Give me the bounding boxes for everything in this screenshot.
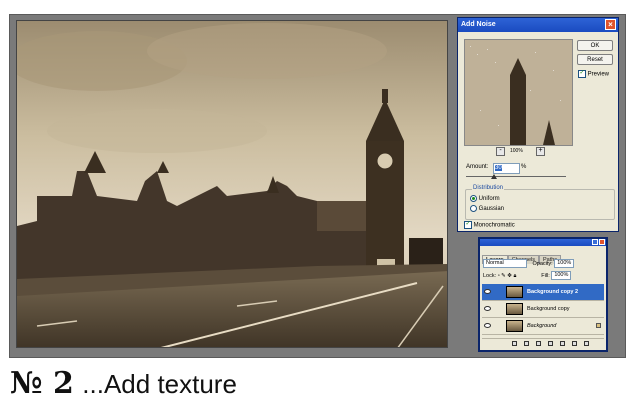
- eye-icon[interactable]: [484, 323, 491, 328]
- layer-name: Background copy: [527, 306, 570, 312]
- fill-label: Fill:: [541, 272, 550, 279]
- sepia-photo-parliament: [16, 20, 448, 348]
- layers-footer: [482, 338, 604, 348]
- lock-row: Lock: ▫ ✎ ✥ 🔒︎ Fill: 100%: [483, 271, 572, 280]
- close-icon[interactable]: [599, 239, 605, 245]
- link-layers-icon[interactable]: [512, 341, 517, 346]
- radio-unselected-icon: [470, 205, 477, 212]
- zoom-in-button[interactable]: +: [536, 147, 545, 156]
- close-icon[interactable]: ×: [605, 19, 616, 30]
- amount-slider-track[interactable]: [466, 176, 566, 177]
- amount-value: 30: [495, 165, 502, 171]
- preview-label: Preview: [587, 71, 610, 78]
- mask-icon[interactable]: [536, 341, 541, 346]
- layers-panel: LayersChannelsPaths Normal Opacity: 100%…: [478, 237, 608, 352]
- dialog-titlebar[interactable]: Add Noise ×: [458, 18, 618, 32]
- reset-button[interactable]: Reset: [577, 54, 613, 65]
- trash-icon[interactable]: [584, 341, 589, 346]
- layer-name: Background: [527, 323, 557, 329]
- uniform-label: Uniform: [478, 196, 500, 203]
- amount-slider-thumb[interactable]: [491, 174, 497, 179]
- lock-icon: [596, 323, 601, 328]
- add-noise-dialog: Add Noise × OK Reset ✓ Preview - 100% + …: [457, 17, 619, 232]
- zoom-out-button[interactable]: -: [496, 147, 505, 156]
- amount-label: Amount:: [466, 164, 489, 170]
- adjustment-icon[interactable]: [548, 341, 553, 346]
- check-icon: ✓: [578, 70, 586, 78]
- distribution-label: Distribution: [472, 185, 505, 191]
- dialog-title: Add Noise: [461, 21, 496, 28]
- gaussian-radio[interactable]: Gaussian: [470, 205, 504, 212]
- blend-mode-select[interactable]: Normal: [483, 259, 527, 268]
- monochromatic-label: Monochromatic: [473, 222, 515, 229]
- check-icon: ✓: [464, 221, 472, 229]
- fill-field[interactable]: 100%: [551, 271, 572, 280]
- monochromatic-checkbox[interactable]: ✓ Monochromatic: [464, 221, 515, 229]
- lock-icons[interactable]: ▫ ✎ ✥ 🔒︎: [498, 273, 530, 280]
- caption-text: ...Add texture: [82, 369, 237, 399]
- layer-name: Background copy 2: [527, 289, 579, 295]
- caption-number: № 2: [10, 366, 74, 401]
- caption: № 2 ...Add texture: [10, 366, 237, 401]
- layer-style-icon[interactable]: [524, 341, 529, 346]
- new-group-icon[interactable]: [560, 341, 565, 346]
- minimize-icon[interactable]: [592, 239, 598, 245]
- blend-row: Normal Opacity: 100%: [483, 259, 575, 268]
- layers-titlebar[interactable]: [480, 239, 606, 246]
- zoom-level: 100%: [510, 148, 523, 154]
- layer-thumbnail: [506, 286, 523, 298]
- noise-preview[interactable]: [464, 39, 573, 146]
- layer-row[interactable]: Background: [482, 318, 604, 335]
- eye-icon[interactable]: [484, 289, 491, 294]
- opacity-field[interactable]: 100%: [554, 259, 575, 268]
- layer-row[interactable]: Background copy: [482, 301, 604, 318]
- gaussian-label: Gaussian: [478, 206, 505, 213]
- lock-label: Lock:: [483, 272, 497, 279]
- opacity-label: Opacity:: [532, 260, 553, 267]
- amount-unit: %: [521, 164, 527, 170]
- layer-row[interactable]: Background copy 2: [482, 284, 604, 301]
- preview-checkbox[interactable]: ✓ Preview: [578, 70, 609, 78]
- layer-thumbnail: [506, 320, 523, 332]
- uniform-radio[interactable]: Uniform: [470, 195, 500, 202]
- layers-tabs: LayersChannelsPaths: [482, 248, 562, 264]
- ok-button[interactable]: OK: [577, 40, 613, 51]
- eye-icon[interactable]: [484, 306, 491, 311]
- layer-thumbnail: [506, 303, 523, 315]
- amount-input[interactable]: 30: [493, 163, 520, 174]
- new-layer-icon[interactable]: [572, 341, 577, 346]
- radio-selected-icon: [470, 195, 477, 202]
